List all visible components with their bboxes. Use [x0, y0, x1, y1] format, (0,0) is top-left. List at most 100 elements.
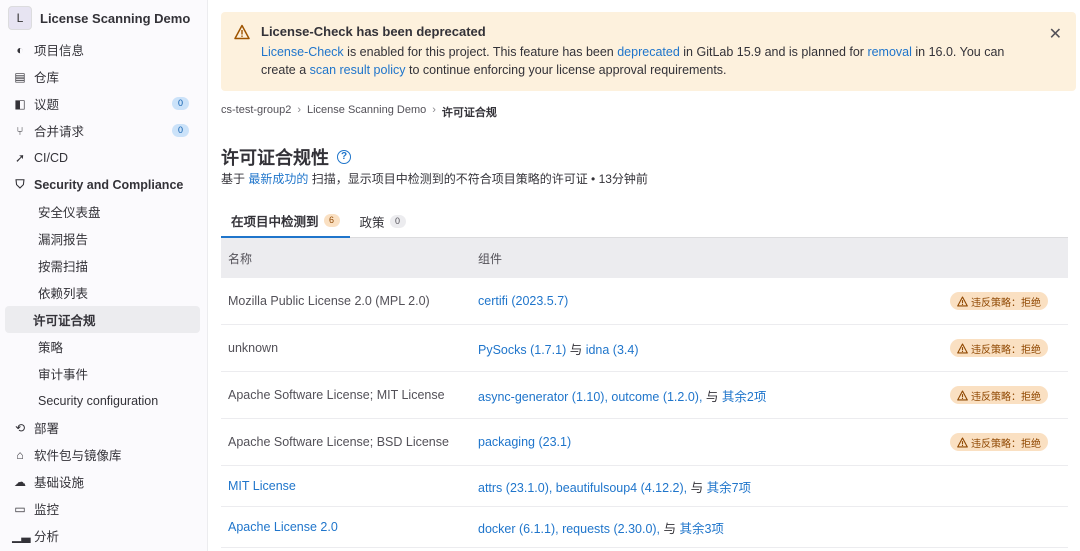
- warning-icon: [234, 24, 250, 40]
- main-content: License-Check has been deprecated Licens…: [208, 0, 1080, 551]
- sidebar-item-repository[interactable]: ▤ 仓库: [0, 63, 207, 90]
- subnav-item[interactable]: 依赖列表: [5, 279, 200, 306]
- table-row: MIT License attrs (23.1.0), beautifulsoup…: [221, 466, 1068, 507]
- shield-icon: ⛉: [15, 177, 25, 191]
- monitor-icon: ▭: [14, 501, 26, 516]
- sidebar-item-cloud-gear[interactable]: ☁ 基础设施: [0, 468, 207, 495]
- component-link[interactable]: idna (3.4): [586, 343, 639, 357]
- license-name: Apache Software License; BSD License: [228, 435, 449, 449]
- subnav-item[interactable]: 按需扫描: [5, 252, 200, 279]
- more-components-link[interactable]: 其余3项: [679, 522, 723, 536]
- components-cell: async-generator (1.10), outcome (1.2.0),…: [478, 389, 767, 404]
- sidebar-item-label: 监控: [34, 503, 60, 517]
- more-components-link[interactable]: 其余2项: [722, 390, 766, 404]
- sidebar-item-deployments[interactable]: ⟲ 部署: [0, 414, 207, 441]
- component-link[interactable]: attrs (23.1.0), beautifulsoup4 (4.12.2),: [478, 481, 687, 495]
- close-icon[interactable]: ✕: [1049, 24, 1062, 44]
- sidebar-item-rocket[interactable]: ➚ CI/CD: [0, 144, 207, 171]
- sidebar-nav-bottom: ⟲ 部署 ⌂ 软件包与镜像库 ☁ 基础设施 ▭ 监控 ▁▃ 分析: [0, 414, 207, 549]
- components-cell: packaging (23.1): [471, 435, 938, 449]
- warning-icon: [957, 389, 968, 401]
- tab-detected[interactable]: 在项目中检测到 6: [221, 204, 350, 238]
- tabs: 在项目中检测到 6 政策 0: [221, 204, 1068, 238]
- subnav-item[interactable]: 安全仪表盘: [5, 198, 200, 225]
- sidebar-item-merge-request[interactable]: ⑂ 合并请求 0: [0, 117, 207, 144]
- column-header-components: 组件: [478, 251, 503, 266]
- component-link[interactable]: docker (6.1.1), requests (2.30.0),: [478, 522, 660, 536]
- subnav-item[interactable]: 许可证合规: [5, 306, 200, 333]
- table-row: Apache License 2.0 docker (6.1.1), reques…: [221, 507, 1068, 548]
- subnav-item[interactable]: 漏洞报告: [5, 225, 200, 252]
- sidebar-item-monitor[interactable]: ▭ 监控: [0, 495, 207, 522]
- chevron-right-icon: ›: [432, 104, 436, 116]
- sidebar-item-label: 项目信息: [34, 44, 85, 58]
- breadcrumb-group[interactable]: cs-test-group2: [221, 104, 291, 120]
- component-link[interactable]: PySocks (1.7.1): [478, 343, 566, 357]
- breadcrumb-project[interactable]: License Scanning Demo: [307, 104, 426, 120]
- sidebar-nav: ◐ 项目信息 ▤ 仓库 ◧ 议题 0 ⑂ 合并请求 0 ➚ CI/CD ⛉ Security and Co…: [0, 36, 207, 198]
- license-check-link[interactable]: License-Check: [261, 45, 344, 59]
- warning-icon: [957, 342, 968, 354]
- deprecated-link[interactable]: deprecated: [617, 45, 680, 59]
- table-header: 名称 组件: [221, 238, 1068, 278]
- status-badge: 违反策略：拒绝: [950, 339, 1048, 357]
- scan-result-policy-link[interactable]: scan result policy: [310, 63, 406, 77]
- warning-icon: [957, 436, 968, 448]
- warning-icon: [957, 295, 968, 307]
- merge-request-icon: ⑂: [16, 123, 24, 138]
- status-badge: 违反策略：拒绝: [950, 386, 1048, 404]
- tab-policies[interactable]: 政策 0: [350, 204, 416, 238]
- sidebar-item-label: CI/CD: [34, 150, 69, 165]
- project-icon: ◐: [16, 42, 24, 57]
- sidebar-item-label: Security and Compliance: [34, 177, 184, 192]
- sidebar-item-label: 合并请求: [34, 125, 85, 139]
- question-icon[interactable]: ?: [337, 150, 351, 164]
- project-avatar: L: [8, 6, 32, 30]
- sidebar-item-shield[interactable]: ⛉ Security and Compliance: [0, 171, 207, 198]
- table-row: unknown PySocks (1.7.1) 与 idna (3.4) 违反策略：…: [221, 325, 1068, 372]
- license-name: Mozilla Public License 2.0 (MPL 2.0): [228, 294, 430, 308]
- breadcrumb-current: 许可证合规: [441, 107, 497, 119]
- count-badge: 0: [172, 124, 189, 137]
- removal-link[interactable]: removal: [867, 45, 911, 59]
- license-name[interactable]: MIT License: [221, 479, 471, 493]
- deprecation-alert: License-Check has been deprecated Licens…: [221, 12, 1076, 91]
- sidebar-item-issues[interactable]: ◧ 议题 0: [0, 90, 207, 117]
- table-body: Mozilla Public License 2.0 (MPL 2.0) cert…: [221, 278, 1068, 548]
- components-cell: certifi (2023.5.7): [471, 294, 938, 308]
- latest-pipeline-link[interactable]: 最新成功的: [248, 172, 308, 186]
- count-badge: 0: [172, 97, 189, 110]
- status-cell: 违反策略：拒绝: [938, 292, 1068, 310]
- project-header[interactable]: L License Scanning Demo: [0, 0, 207, 36]
- sidebar-item-chart[interactable]: ▁▃ 分析: [0, 522, 207, 549]
- license-name: unknown: [228, 341, 279, 355]
- status-badge: 违反策略：拒绝: [950, 292, 1048, 310]
- subnav-item[interactable]: 审计事件: [5, 360, 200, 387]
- license-name[interactable]: Apache License 2.0: [221, 520, 471, 534]
- more-components-link[interactable]: 其余7项: [707, 481, 751, 495]
- license-table: 名称 组件 Mozilla Public License 2.0 (MPL 2.…: [221, 238, 1068, 548]
- column-header-name: 名称: [228, 251, 253, 266]
- components-cell: attrs (23.1.0), beautifulsoup4 (4.12.2),…: [478, 480, 752, 495]
- page-subtitle: 基于 最新成功的 扫描，显示项目中检测到的不符合项目策略的许可证 • 13分钟前: [221, 172, 648, 186]
- subnav-item[interactable]: 策略: [5, 333, 200, 360]
- status-cell: 违反策略：拒绝: [938, 339, 1068, 357]
- repository-icon: ▤: [14, 69, 26, 84]
- count-badge: 0: [389, 214, 406, 228]
- chart-icon: ▁▃: [12, 528, 31, 543]
- issues-icon: ◧: [14, 96, 26, 111]
- component-link[interactable]: certifi (2023.5.7): [478, 294, 568, 308]
- subnav-item[interactable]: Security configuration: [5, 387, 200, 414]
- component-link[interactable]: packaging (23.1): [478, 435, 571, 449]
- components-cell: docker (6.1.1), requests (2.30.0), 与 其余3…: [478, 521, 724, 536]
- status-cell: 违反策略：拒绝: [938, 433, 1068, 451]
- sidebar-item-package[interactable]: ⌂ 软件包与镜像库: [0, 441, 207, 468]
- sidebar-item-label: 仓库: [34, 71, 60, 85]
- sidebar-item-project[interactable]: ◐ 项目信息: [0, 36, 207, 63]
- sidebar: L License Scanning Demo ◐ 项目信息 ▤ 仓库 ◧ 议题 0 ⑂ 合并请…: [0, 0, 208, 551]
- page-title: 许可证合规性 ?: [221, 144, 351, 170]
- component-link[interactable]: async-generator (1.10), outcome (1.2.0),: [478, 390, 702, 404]
- table-row: Apache Software License; BSD License pack…: [221, 419, 1068, 466]
- deployments-icon: ⟲: [14, 420, 26, 435]
- count-badge: 6: [323, 213, 340, 227]
